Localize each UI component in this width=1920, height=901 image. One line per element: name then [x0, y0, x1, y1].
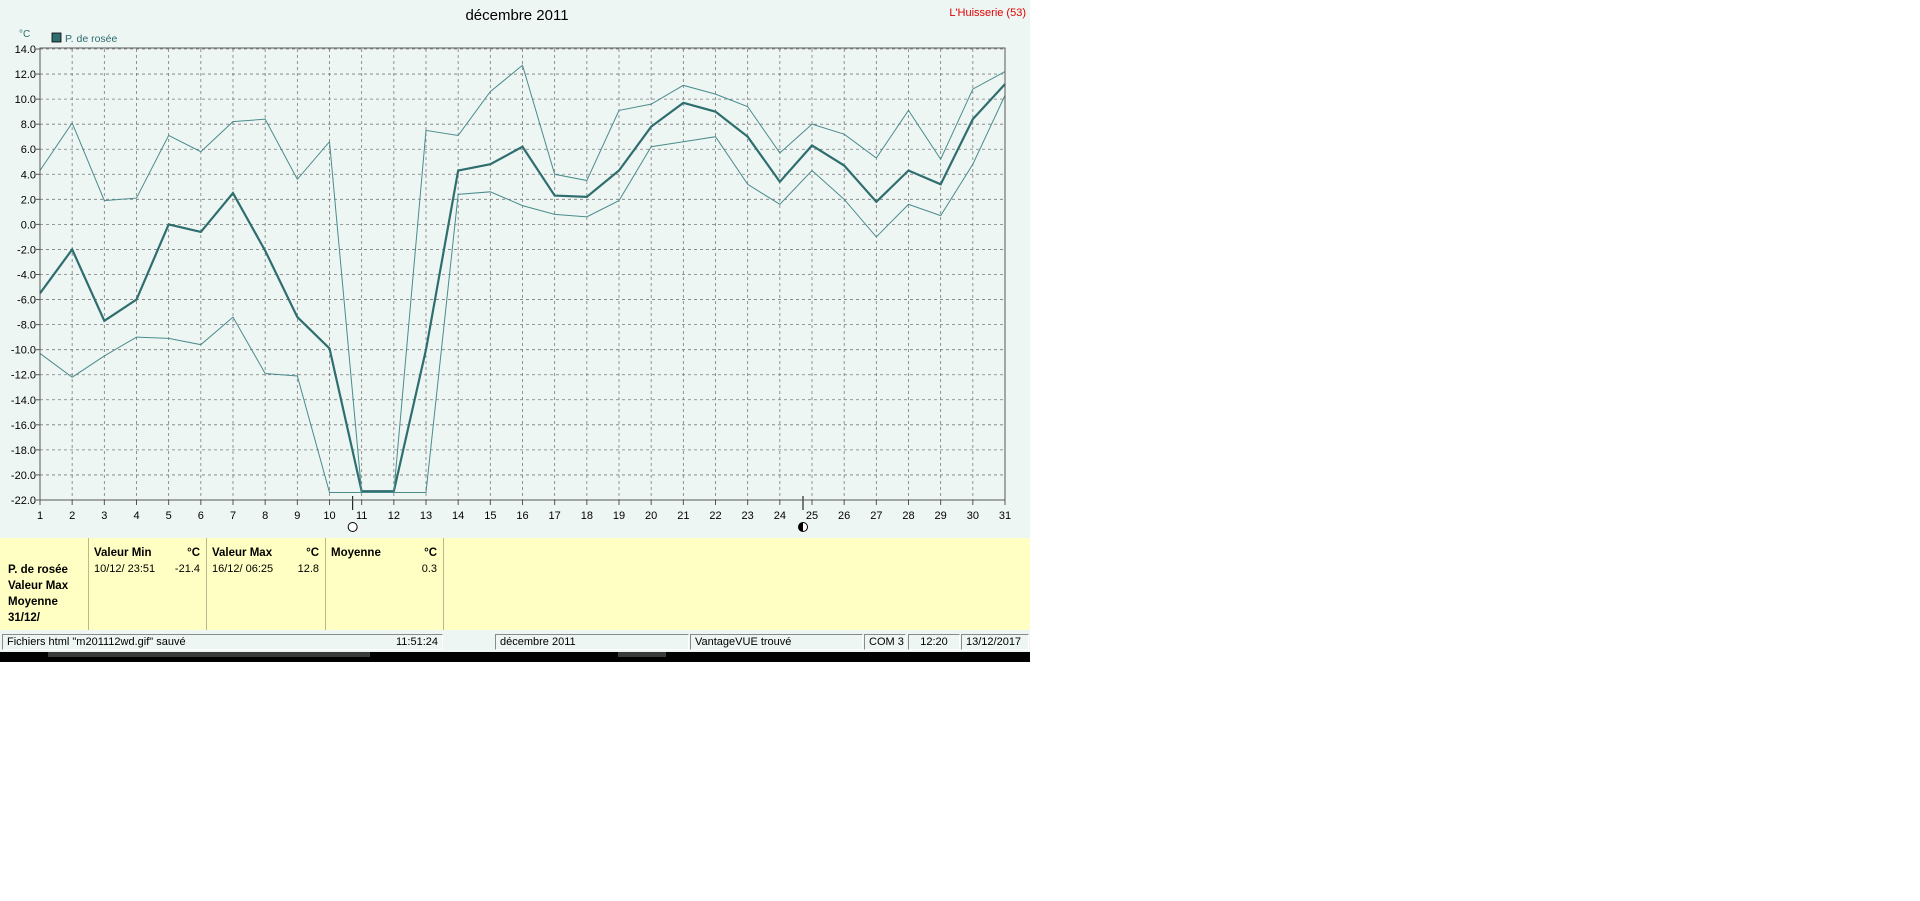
y-tick-label: 2.0: [21, 194, 36, 206]
x-tick-label: 27: [870, 510, 882, 522]
y-tick-label: 6.0: [21, 144, 36, 156]
avg-value: 0.3: [421, 563, 437, 575]
x-tick-label: 11: [356, 510, 367, 522]
summary-min-panel: Valeur Min °C 10/12/ 23:51 -21.4: [89, 538, 207, 630]
status-console: VantageVUE trouvé: [690, 634, 863, 650]
status-message: Fichiers html "m201112wd.gif" sauvé 11:5…: [2, 634, 443, 650]
max-unit: °C: [306, 547, 319, 559]
x-tick-label: 9: [294, 510, 300, 522]
status-message-text: Fichiers html "m201112wd.gif" sauvé: [7, 636, 186, 648]
min-date: 10/12/ 23:51: [94, 563, 156, 575]
y-tick-label: 12.0: [15, 69, 36, 81]
y-tick-label: -12.0: [11, 370, 36, 382]
x-tick-label: 10: [323, 510, 335, 522]
y-tick-label: -22.0: [11, 495, 36, 507]
summary-avg-panel: Moyenne °C 0.3: [326, 538, 444, 630]
min-header: Valeur Min: [94, 547, 152, 559]
summary-name-dewpoint: P. de rosée: [8, 564, 68, 576]
moon-markers: [347, 496, 808, 532]
x-tick-label: 19: [613, 510, 625, 522]
y-tick-label: -6.0: [17, 295, 36, 307]
x-tick-label: 25: [806, 510, 818, 522]
min-unit: °C: [187, 547, 200, 559]
y-tick-label: 10.0: [15, 94, 36, 106]
x-tick-label: 21: [677, 510, 689, 522]
x-tick-label: 4: [133, 510, 139, 522]
series-min-line: [39, 95, 1006, 493]
summary-names-panel: P. de rosée Valeur Max Moyenne 31/12/: [0, 538, 89, 630]
moon-new-icon: [347, 522, 358, 532]
x-tick-label: 31: [999, 510, 1011, 522]
legend-swatch: [51, 32, 62, 43]
x-tick-label: 26: [838, 510, 850, 522]
y-tick-label: 4.0: [21, 169, 36, 181]
x-tick-label: 13: [420, 510, 432, 522]
grid: [39, 48, 1006, 501]
chart-title: décembre 2011: [465, 7, 568, 24]
y-tick-label: -16.0: [11, 420, 36, 432]
summary-max-panel: Valeur Max °C 16/12/ 06:25 12.8: [207, 538, 326, 630]
summary-name-date: 31/12/: [8, 612, 40, 624]
x-tick-label: 18: [581, 510, 593, 522]
y-tick-label: -18.0: [11, 445, 36, 457]
station-label: L'Huisserie (53): [949, 7, 1026, 19]
x-tick-label: 16: [516, 510, 528, 522]
legend-label: P. de rosée: [65, 33, 118, 45]
status-date: 13/12/2017: [961, 634, 1029, 650]
taskbar-strip: [0, 652, 1030, 662]
summary-name-avg: Moyenne: [8, 596, 58, 608]
x-tick-label: 3: [101, 510, 107, 522]
avg-unit: °C: [424, 547, 437, 559]
y-tick-label: -8.0: [17, 320, 36, 332]
x-tick-label: 5: [166, 510, 172, 522]
y-tick-label: 8.0: [21, 119, 36, 131]
max-value: 12.8: [297, 563, 319, 575]
x-tick-label: 23: [742, 510, 754, 522]
x-tick-label: 29: [935, 510, 947, 522]
status-bar: Fichiers html "m201112wd.gif" sauvé 11:5…: [0, 632, 1030, 652]
x-tick-label: 1: [37, 510, 43, 522]
x-tick-label: 7: [230, 510, 236, 522]
max-header: Valeur Max: [212, 547, 273, 559]
app-window: décembre 2011 L'Huisserie (53) °C P. de …: [0, 0, 1030, 662]
summary-empty-panel: [444, 538, 1030, 630]
status-port: COM 3: [864, 634, 906, 650]
x-tick-label: 2: [69, 510, 75, 522]
taskbar-segment: [48, 652, 370, 657]
max-date: 16/12/ 06:25: [212, 563, 274, 575]
x-tick-label: 28: [902, 510, 914, 522]
y-tick-label: 14.0: [15, 44, 36, 56]
taskbar-segment: [618, 652, 666, 657]
y-tick-label: -20.0: [11, 470, 36, 482]
x-tick-label: 17: [549, 510, 561, 522]
x-tick-label: 8: [262, 510, 268, 522]
status-time: 11:51:24: [395, 636, 438, 648]
x-tick-label: 15: [484, 510, 496, 522]
x-tick-label: 20: [645, 510, 657, 522]
y-axis-unit: °C: [19, 29, 30, 40]
x-tick-label: 24: [774, 510, 786, 522]
x-tick-label: 14: [452, 510, 464, 522]
y-tick-label: -4.0: [17, 270, 36, 282]
x-tick-label: 30: [967, 510, 979, 522]
y-tick-label: 0.0: [21, 219, 36, 231]
dewpoint-chart: décembre 2011 L'Huisserie (53) °C P. de …: [11, 7, 1026, 532]
status-clock: 12:20: [908, 634, 960, 650]
x-tick-label: 22: [709, 510, 721, 522]
y-tick-label: -2.0: [17, 244, 36, 256]
y-tick-label: -10.0: [11, 345, 36, 357]
status-period: décembre 2011: [495, 634, 689, 650]
avg-header: Moyenne: [331, 547, 381, 559]
y-tick-label: -14.0: [11, 395, 36, 407]
x-tick-label: 6: [198, 510, 204, 522]
x-axis: 1 2 3 4 5 6 7 8 9 10 11 12 13 14 15 16 17 18 19 20 21 22 23 24 2…: [37, 500, 1011, 522]
min-value: -21.4: [174, 563, 200, 575]
summary-name-max: Valeur Max: [8, 580, 69, 592]
y-axis: 14.0 12.0 10.0 8.0 6.0 4.0 2.0 0.0 -2.0 -4.0 -6.0 -…: [11, 44, 40, 507]
x-tick-label: 12: [388, 510, 400, 522]
